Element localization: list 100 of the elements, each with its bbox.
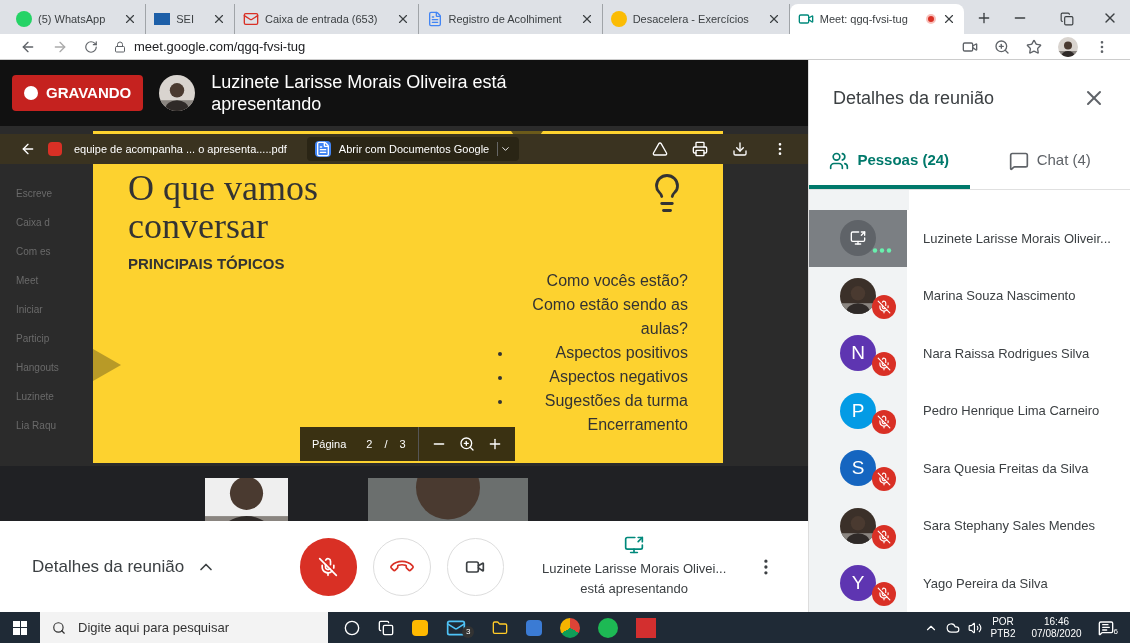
bullet-icon [498,352,502,356]
background-menu-text: Caixa d [16,216,51,230]
document-icon [426,11,443,27]
language-text[interactable]: POR [992,615,1014,628]
letter-avatar: N [840,335,876,372]
tab-title: Caixa de entrada (653) [265,11,379,27]
mail-icon [243,11,259,27]
background-menu-text: Meet [16,274,40,288]
zoom-icon[interactable] [994,38,1010,55]
open-with-button[interactable]: Abrir com Documentos Google [306,137,520,161]
participant-row[interactable]: P Pedro Henrique Lima Carneiro [809,382,1130,440]
meeting-details-button[interactable]: Detalhes da reunião [32,553,300,580]
background-menu-text: Iniciar [16,303,44,317]
bullet-icon [498,376,502,380]
slide-subtitle: PRINCIPAIS TÓPICOS [128,254,285,274]
task-view-icon[interactable] [378,619,394,636]
clock-date[interactable]: 07/08/2020 [1031,627,1082,640]
letter-avatar: Y [840,565,876,602]
slide-title: O que vamos conversar [128,169,319,245]
participant-row[interactable]: Luzinete Larisse Morais Oliveir... [809,209,1130,268]
background-menu-text: Lia Raqu [16,419,58,433]
back-icon[interactable] [20,141,36,157]
site-logo-icon [610,11,627,27]
browser-app-icon[interactable] [560,617,581,638]
letter-avatar: P [840,392,876,429]
cortana-icon[interactable] [344,619,360,636]
bookmark-icon[interactable] [1026,38,1042,55]
site-logo-icon [154,13,171,25]
participant-row[interactable]: N Nara Raissa Rodrigues Silva [809,324,1130,383]
screen-share-icon [624,535,645,555]
presenter-status: está apresentando [580,579,689,598]
participant-row[interactable]: Y Yago Pereira da Silva [809,554,1130,613]
store-icon[interactable] [412,619,428,636]
mic-off-icon [877,472,891,487]
slide-bullet-text: Como estão sendo as aulas? [531,295,688,339]
chat-logo-icon [16,11,32,27]
cloud-icon[interactable] [946,620,961,635]
slide-bullet-text: Aspectos positivos [554,343,688,363]
participant-row[interactable]: S Sara Quesia Freitas da Silva [809,439,1130,498]
background-menu-text: Escreve [16,187,54,201]
taskbar-search-field[interactable]: Digite aqui para pesquisar [40,612,328,643]
recording-label: GRAVANDO [46,82,132,103]
close-icon[interactable] [212,12,226,26]
mic-off-icon [877,529,891,544]
mic-off-icon [318,556,339,577]
mic-off-icon [877,357,891,372]
mic-off-icon [877,414,891,429]
participant-name: Luzinete Larisse Morais Oliveir... [923,229,1111,248]
drive-icon[interactable] [652,141,668,157]
browser-tab[interactable]: Registro de Acolhiment [418,4,603,34]
browser-tab[interactable]: (5) WhatsApp [8,4,147,34]
zoom-in-icon[interactable] [458,436,475,452]
browser-tab[interactable]: Desacelera - Exercícios [602,4,790,34]
page-count: 3 [399,436,406,452]
browser-tab[interactable]: Caixa de entrada (653) [235,4,419,34]
browser-tab[interactable]: SEI [146,4,235,34]
folder-icon[interactable] [492,619,509,636]
participant-name: Nara Raissa Rodrigues Silva [923,344,1090,363]
search-icon [52,620,66,635]
notification-count: 6 [1113,627,1118,636]
print-icon[interactable] [692,141,708,157]
panel-tab[interactable]: Chat (4) [969,136,1130,189]
panel-title: Detalhes da reunião [833,86,995,110]
bullet-icon [498,400,502,404]
participant-name: Pedro Henrique Lima Carneiro [923,402,1100,421]
participant-row[interactable]: Marina Souza Nascimento [809,267,1130,325]
tab-title: Desacelera - Exercícios [632,11,750,27]
clock-time[interactable]: 16:46 [1044,615,1070,628]
participant-name: Marina Souza Nascimento [923,287,1076,306]
presenter-name: Luzinete Larisse Morais Olivei... [542,560,727,578]
background-menu-text: Particip [16,332,51,346]
letter-avatar: S [840,450,876,487]
pdf-app-icon[interactable] [636,617,657,638]
address-field[interactable]: meet.google.com/qgq-fvsi-tug [114,36,946,57]
presenter-title: Luzinete Larisse Morais Oliveira está apresentando [211,71,508,115]
layout-text[interactable]: PTB2 [990,627,1016,640]
restore-icon[interactable] [1060,12,1074,26]
participant-name: Sara Stephany Sales Mendes [923,517,1095,536]
media-app-icon[interactable] [526,619,543,636]
slide-arrow-icon [93,349,121,381]
tab-title: Meet: qgq-fvsi-tug [819,11,909,27]
mail-badge: 3 [462,625,475,638]
download-icon[interactable] [732,141,748,157]
participant-row[interactable]: Sara Stephany Sales Mendes [809,497,1130,555]
tab-title: (5) WhatsApp [38,11,107,27]
reload-icon[interactable] [84,39,98,54]
speaker-icon[interactable] [968,620,983,635]
document-icon [314,141,331,157]
notifications-icon[interactable] [1097,619,1114,636]
speaking-dots-icon [872,247,892,253]
lock-icon [114,40,126,53]
tab-title: Registro de Acolhiment [448,11,563,27]
music-app-icon[interactable] [598,617,619,638]
screen-share-icon [850,230,866,247]
page-number[interactable]: 2 [366,435,373,453]
people-icon [829,150,850,171]
slide-bullet-text: Encerramento [586,415,688,435]
file-name: equipe de acompanha ... o apresenta.....pdf [74,141,287,157]
slide-bullet-text: Como vocês estão? [545,271,688,291]
browser-tab[interactable]: Meet: qgq-fvsi-tug [789,4,964,34]
